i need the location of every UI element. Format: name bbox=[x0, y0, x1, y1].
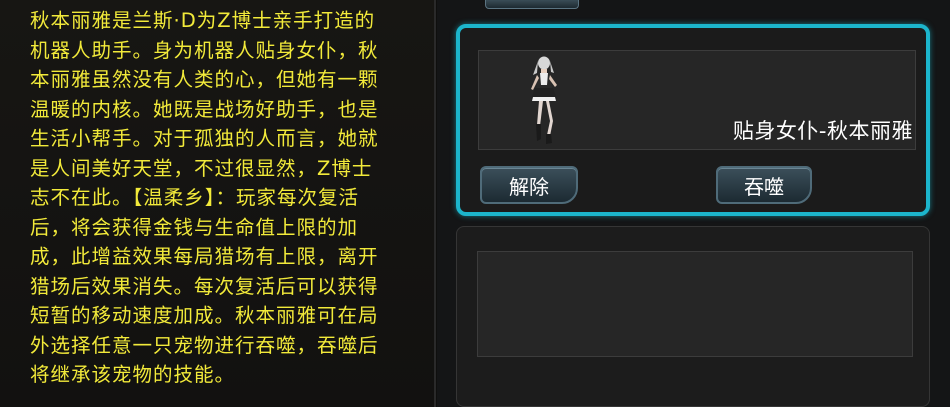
pet-portrait-box: 贴身女仆-秋本丽雅 bbox=[478, 50, 916, 150]
pet-slot-selected[interactable]: 贴身女仆-秋本丽雅 解除 吞噬 bbox=[456, 24, 930, 216]
pet-name-label: 贴身女仆-秋本丽雅 bbox=[732, 119, 913, 143]
pet-slot-empty[interactable] bbox=[456, 226, 930, 407]
previous-slot-button-edge[interactable] bbox=[485, 0, 579, 9]
devour-button[interactable]: 吞噬 bbox=[716, 166, 812, 204]
release-button[interactable]: 解除 bbox=[480, 166, 578, 204]
empty-portrait-box bbox=[477, 251, 913, 357]
pet-description-panel: 秋本丽雅是兰斯·D为Z博士亲手打造的 机器人助手。身为机器人贴身女仆，秋 本丽雅… bbox=[0, 0, 436, 407]
pet-description-text: 秋本丽雅是兰斯·D为Z博士亲手打造的 机器人助手。身为机器人贴身女仆，秋 本丽雅… bbox=[30, 9, 379, 386]
maid-character-figure bbox=[531, 56, 557, 144]
